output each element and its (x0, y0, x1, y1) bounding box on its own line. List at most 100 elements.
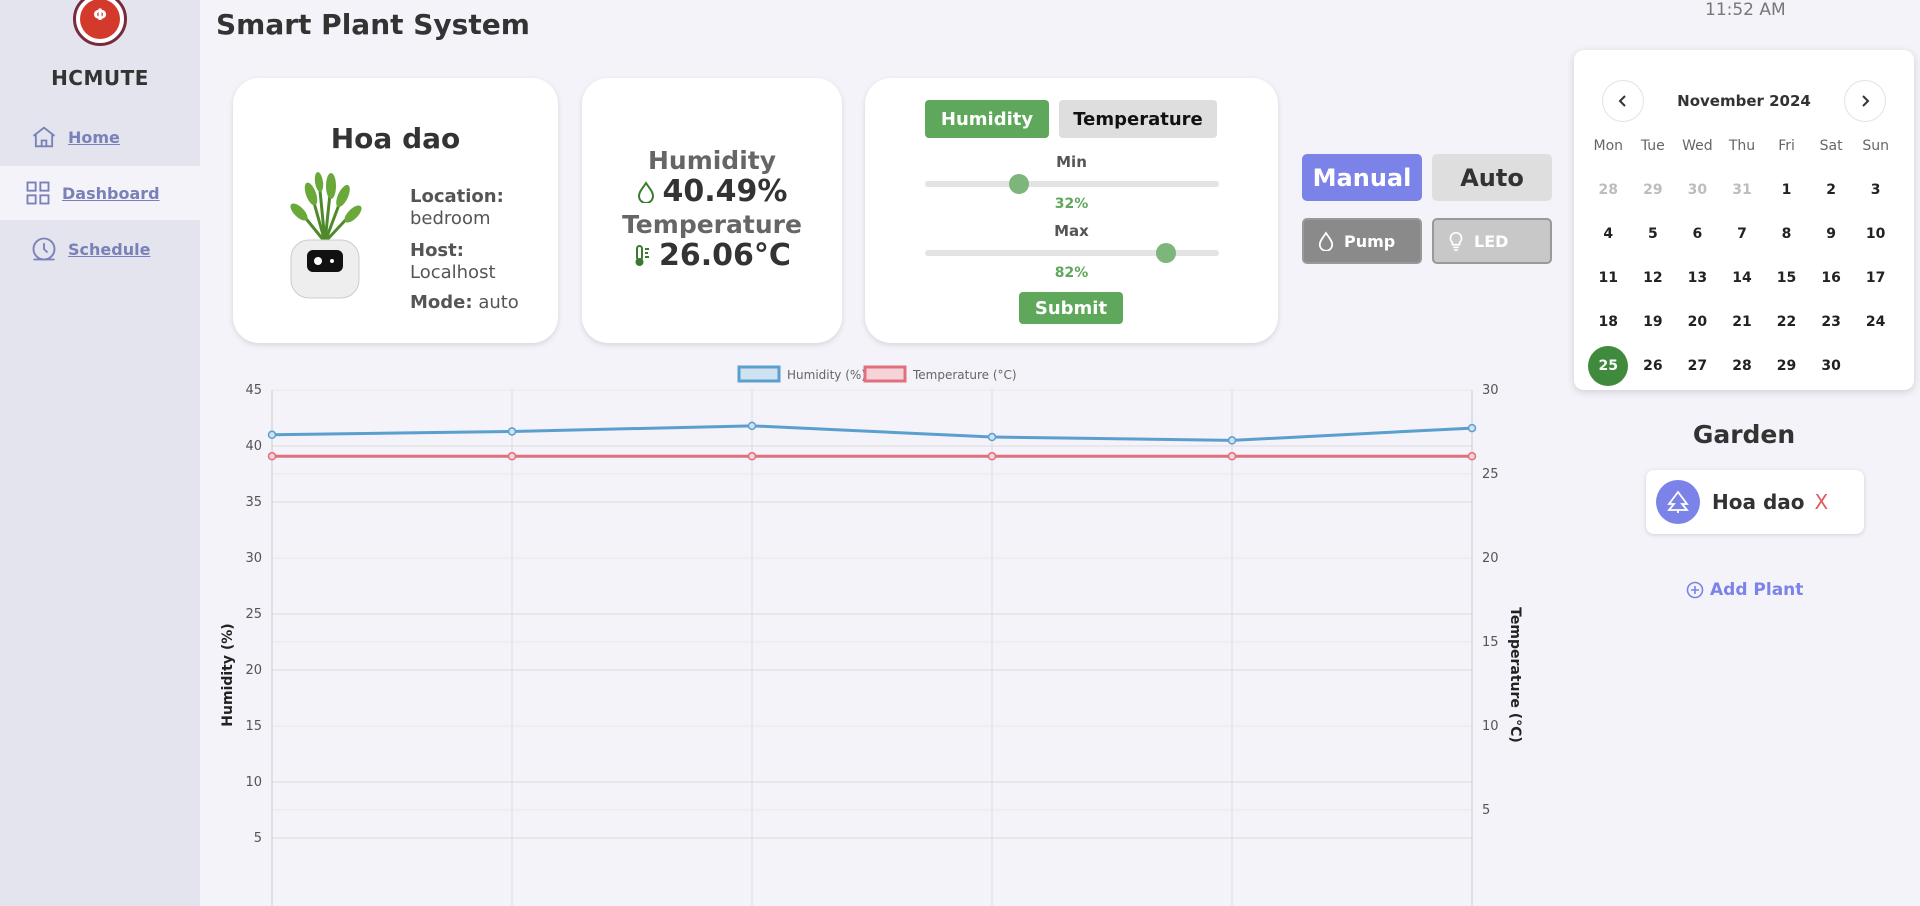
led-button[interactable]: LED (1432, 218, 1552, 264)
sidebar-item-schedule[interactable]: Schedule (0, 222, 200, 276)
calendar-day[interactable]: 2 (1809, 168, 1854, 212)
water-drop-icon (637, 180, 654, 203)
y-left-tick-label: 20 (245, 663, 262, 678)
sidebar-item-dashboard[interactable]: Dashboard (0, 166, 200, 220)
calendar-day[interactable]: 1 (1764, 168, 1809, 212)
host-label: Host: (410, 240, 464, 261)
calendar-day[interactable]: 28 (1720, 344, 1765, 388)
calendar-weekday: Sat (1819, 138, 1843, 154)
tab-humidity[interactable]: Humidity (925, 100, 1049, 138)
calendar-day[interactable]: 28 (1586, 168, 1631, 212)
auto-mode-button[interactable]: Auto (1432, 154, 1552, 201)
mode-label: Mode: (410, 292, 473, 313)
calendar-day[interactable]: 8 (1764, 212, 1809, 256)
data-point (507, 427, 517, 436)
calendar-day[interactable]: 22 (1764, 300, 1809, 344)
calendar-day[interactable]: 29 (1764, 344, 1809, 388)
temperature-reading: 26.06°C (582, 238, 842, 273)
pump-button[interactable]: Pump (1302, 218, 1422, 264)
y-left-tick-label: 45 (245, 383, 262, 398)
legend-swatch (737, 365, 781, 383)
calendar: November 2024 Mon Tue Wed Thu Fri Sat Sun 28 29 3… (1574, 50, 1914, 390)
water-drop-icon (1318, 231, 1334, 251)
calendar-day[interactable]: 29 (1631, 168, 1676, 212)
max-slider[interactable] (925, 243, 1219, 263)
calendar-day[interactable]: 9 (1809, 212, 1854, 256)
data-point (1467, 451, 1477, 461)
y-right-tick-label: 5 (1482, 803, 1490, 818)
data-point (747, 421, 757, 431)
calendar-day[interactable]: 24 (1853, 300, 1898, 344)
data-point (987, 432, 997, 442)
max-value: 82% (1054, 265, 1089, 281)
y-left-tick-label: 40 (245, 439, 262, 454)
plant-name: Hoa dao (330, 122, 461, 155)
calendar-day[interactable]: 15 (1764, 256, 1809, 300)
calendar-day[interactable]: 4 (1586, 212, 1631, 256)
sidebar-item-label: Dashboard (62, 183, 160, 203)
min-slider-handle[interactable] (1009, 174, 1030, 194)
data-point (1227, 436, 1237, 445)
garden-plant-item[interactable]: Hoa dao X (1646, 470, 1864, 534)
y-right-tick-label: 30 (1482, 383, 1499, 398)
plant-pot-image (290, 172, 362, 299)
calendar-day[interactable]: 27 (1675, 344, 1720, 388)
calendar-day[interactable]: 19 (1631, 300, 1676, 344)
threshold-card: Humidity Temperature Min 32% Max 82% Sub… (865, 78, 1278, 343)
university-logo (73, 0, 127, 46)
calendar-weekday: Mon (1593, 138, 1624, 154)
page-title: Smart Plant System (216, 8, 530, 41)
calendar-day[interactable]: 10 (1853, 212, 1898, 256)
clock: 11:52 AM (1705, 0, 1786, 20)
calendar-day[interactable]: 20 (1675, 300, 1720, 344)
calendar-day[interactable]: 14 (1720, 256, 1765, 300)
calendar-day[interactable]: 6 (1675, 212, 1720, 256)
min-slider[interactable] (925, 174, 1219, 194)
calendar-day[interactable]: 16 (1809, 256, 1854, 300)
host-value: Localhost (410, 262, 496, 283)
calendar-day[interactable]: 11 (1586, 256, 1631, 300)
calendar-day[interactable]: 7 (1720, 212, 1765, 256)
calendar-day[interactable]: 17 (1853, 256, 1898, 300)
legend-label: Temperature (°C) (912, 368, 1017, 382)
sidebar: HCMUTE Home Dashboard Schedule (0, 0, 200, 906)
data-point (267, 430, 277, 440)
manual-mode-button[interactable]: Manual (1302, 154, 1422, 201)
temperature-value: 26.06°C (659, 238, 791, 273)
add-plant-label: Add Plant (1710, 580, 1804, 600)
calendar-day[interactable]: 31 (1720, 168, 1765, 212)
calendar-next-button[interactable] (1844, 80, 1886, 122)
plus-circle-icon (1686, 581, 1704, 599)
y-left-tick-label: 10 (245, 775, 262, 790)
clock-icon (32, 237, 56, 261)
brand-name: HCMUTE (51, 66, 149, 90)
chevron-right-icon (1862, 95, 1870, 107)
calendar-day[interactable]: 13 (1675, 256, 1720, 300)
remove-plant-button[interactable]: X (1815, 490, 1829, 514)
calendar-day[interactable]: 18 (1586, 300, 1631, 344)
calendar-day[interactable]: 30 (1675, 168, 1720, 212)
calendar-day[interactable]: 23 (1809, 300, 1854, 344)
calendar-weekday: Wed (1682, 138, 1713, 154)
calendar-day[interactable]: 12 (1631, 256, 1676, 300)
calendar-day[interactable]: 3 (1853, 168, 1898, 212)
submit-button[interactable]: Submit (1019, 292, 1123, 324)
humidity-value: 40.49% (662, 174, 788, 209)
data-point (267, 451, 277, 461)
calendar-day[interactable]: 5 (1631, 212, 1676, 256)
data-point (747, 451, 757, 461)
y-right-tick-label: 15 (1482, 635, 1499, 650)
calendar-day[interactable]: 26 (1631, 344, 1676, 388)
calendar-day[interactable]: 21 (1720, 300, 1765, 344)
min-value: 32% (1054, 196, 1089, 212)
calendar-day[interactable]: 30 (1809, 344, 1854, 388)
sidebar-item-home[interactable]: Home (0, 110, 200, 164)
location-value: bedroom (410, 208, 491, 229)
y-left-tick-label: 25 (245, 607, 262, 622)
add-plant-button[interactable]: Add Plant (1686, 580, 1803, 600)
calendar-day[interactable]: 25 (1586, 344, 1631, 388)
home-icon (32, 126, 56, 148)
max-slider-handle[interactable] (1156, 243, 1177, 263)
y-left-tick-label: 30 (245, 551, 262, 566)
tab-temperature[interactable]: Temperature (1059, 100, 1217, 138)
